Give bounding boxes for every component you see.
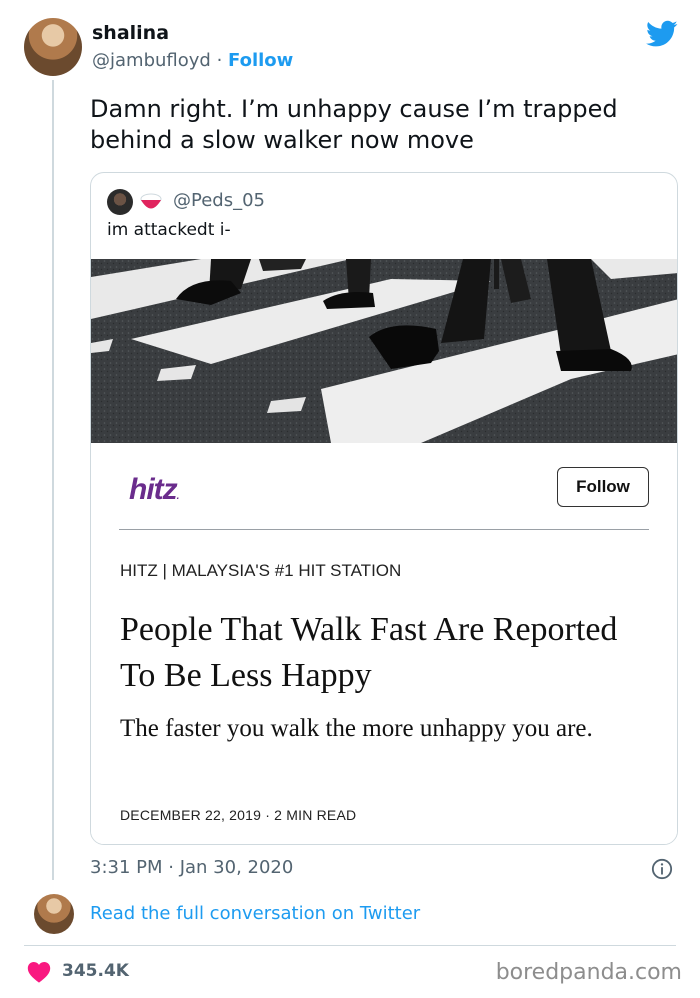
author-handle-row: @jambufloyd · Follow — [92, 50, 293, 71]
article-follow-button[interactable]: Follow — [557, 467, 649, 507]
tweet-embed: shalina @jambufloyd · Follow Damn right.… — [0, 0, 700, 998]
quoted-tweet[interactable]: @Peds_05 im attackedt i- hitz. Follow HI… — [90, 172, 678, 845]
author-avatar[interactable] — [24, 18, 82, 76]
article-card[interactable]: hitz. Follow HITZ | MALAYSIA'S #1 HIT ST… — [91, 443, 677, 844]
article-headline[interactable]: People That Walk Fast Are Reported To Be… — [120, 607, 640, 699]
read-conversation-link[interactable]: Read the full conversation on Twitter — [90, 903, 420, 924]
like-count[interactable]: 345.4K — [62, 961, 129, 981]
footer-divider — [24, 945, 676, 946]
hitz-logo[interactable]: hitz. — [129, 473, 179, 507]
tweet-text: Damn right. I’m unhappy cause I’m trappe… — [90, 95, 618, 154]
info-icon[interactable] — [651, 858, 673, 880]
rice-bowl-emoji-icon — [140, 193, 162, 209]
quoted-text: im attackedt i- — [107, 220, 231, 240]
article-subhead: The faster you walk the more unhappy you… — [120, 715, 593, 742]
separator-dot: · — [216, 50, 223, 71]
quoted-avatar[interactable] — [107, 189, 133, 215]
crosswalk-photo — [91, 259, 677, 443]
twitter-bird-icon[interactable] — [646, 20, 678, 48]
quoted-handle[interactable]: @Peds_05 — [173, 190, 265, 211]
author-name[interactable]: shalina — [92, 22, 169, 44]
boredpanda-watermark: boredpanda.com — [495, 960, 682, 985]
article-divider — [119, 529, 649, 530]
author-handle[interactable]: @jambufloyd — [92, 50, 211, 71]
article-station: HITZ | MALAYSIA'S #1 HIT STATION — [120, 561, 402, 580]
thread-line — [52, 80, 54, 880]
author-avatar-small[interactable] — [34, 894, 74, 934]
follow-link[interactable]: Follow — [228, 50, 293, 71]
heart-icon[interactable] — [27, 961, 51, 983]
article-meta: DECEMBER 22, 2019 · 2 MIN READ — [120, 807, 357, 823]
tweet-timestamp[interactable]: 3:31 PM · Jan 30, 2020 — [90, 857, 293, 878]
